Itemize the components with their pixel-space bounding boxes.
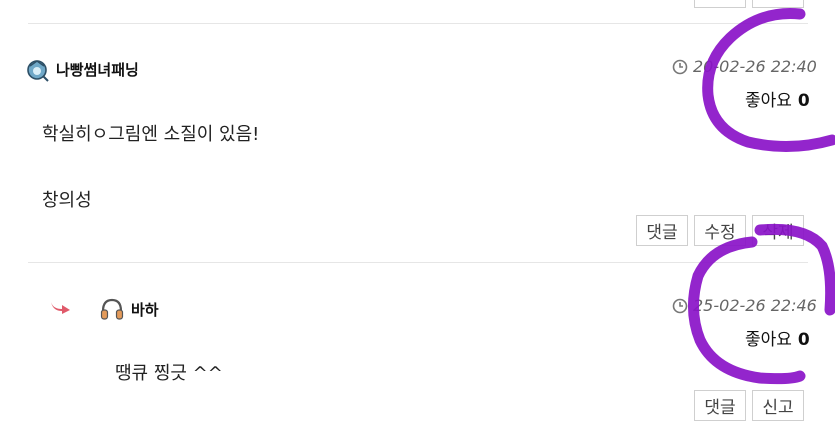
like-label: 좋아요	[745, 91, 792, 111]
edit-button[interactable]: 수정	[694, 215, 746, 246]
reply-button[interactable]: 댓글	[694, 390, 746, 421]
report-button[interactable]: 신고	[752, 390, 804, 421]
delete-button[interactable]: 삭제	[752, 215, 804, 246]
like-count[interactable]: 좋아요 0	[745, 86, 810, 111]
comment-text-line-2: 창의성	[42, 190, 92, 211]
divider	[28, 262, 808, 263]
comment-date: 25-02-26 22:46	[693, 296, 817, 315]
reply-arrow-icon	[51, 302, 70, 314]
like-label: 좋아요	[745, 330, 792, 350]
comment-date: 20-02-26 22:40	[693, 57, 817, 76]
like-count[interactable]: 좋아요 0	[745, 325, 810, 350]
clock-icon	[672, 298, 688, 314]
like-number: 0	[797, 330, 810, 350]
comment-author[interactable]: 나빵썸녀패닝	[56, 59, 139, 80]
comment-author[interactable]: 바하	[131, 299, 159, 320]
like-number: 0	[797, 91, 810, 111]
comment-text: 땡큐 찡긋 ^^	[115, 363, 223, 384]
prev-comment-button[interactable]	[694, 0, 746, 8]
divider	[28, 23, 808, 24]
headphones-icon	[100, 298, 124, 320]
prev-comment-button-2[interactable]	[752, 0, 804, 8]
reply-button[interactable]: 댓글	[636, 215, 688, 246]
clock-icon	[672, 59, 688, 75]
user-level-icon	[27, 60, 49, 82]
comment-text: 학실히ㅇ그림엔 소질이 있음!	[42, 124, 260, 145]
